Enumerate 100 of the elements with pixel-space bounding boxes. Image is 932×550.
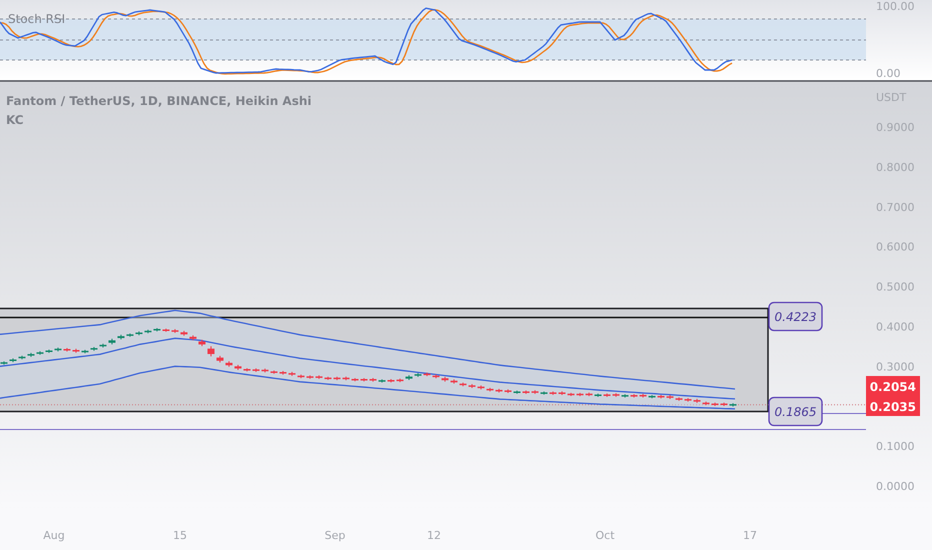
candle bbox=[288, 371, 296, 376]
candle bbox=[28, 352, 34, 358]
candle bbox=[180, 330, 188, 336]
candle bbox=[0, 360, 8, 366]
price-level-label[interactable]: 0.1865 bbox=[768, 396, 823, 426]
date-label: 12 bbox=[427, 529, 441, 542]
candle bbox=[666, 394, 674, 400]
candle bbox=[172, 328, 178, 334]
price-tag: 0.2054 0.2035 bbox=[866, 376, 920, 416]
candle bbox=[100, 343, 106, 348]
candle bbox=[478, 384, 484, 390]
candle bbox=[306, 374, 314, 380]
candle bbox=[486, 387, 494, 392]
candle bbox=[352, 378, 358, 382]
candle bbox=[378, 378, 386, 384]
candle bbox=[198, 339, 206, 347]
indicator-legend: KC bbox=[6, 113, 24, 127]
candle bbox=[630, 394, 638, 398]
candle bbox=[406, 374, 412, 381]
candle bbox=[504, 388, 512, 394]
date-label: 17 bbox=[743, 529, 757, 542]
candle bbox=[270, 370, 278, 374]
axis-label: 0.00 bbox=[876, 67, 900, 80]
axis-label: 0.3000 bbox=[876, 360, 914, 374]
candle bbox=[460, 382, 466, 387]
axis-label: 0.1000 bbox=[876, 440, 914, 453]
candle bbox=[342, 376, 350, 381]
candle bbox=[522, 390, 530, 394]
candle bbox=[324, 376, 332, 380]
candle bbox=[216, 355, 224, 364]
candle bbox=[370, 378, 376, 382]
indicator-title: Stoch RSI bbox=[8, 12, 66, 26]
candle bbox=[550, 391, 556, 396]
candle bbox=[396, 378, 404, 383]
axis-label: 0.0000 bbox=[876, 480, 914, 493]
candle bbox=[622, 394, 628, 398]
candle bbox=[108, 338, 116, 345]
candle bbox=[442, 376, 448, 382]
candle bbox=[432, 374, 440, 379]
candle bbox=[126, 332, 134, 338]
candle bbox=[496, 388, 502, 393]
candle bbox=[514, 390, 520, 394]
candle bbox=[414, 372, 422, 378]
candle bbox=[594, 393, 602, 398]
candle bbox=[684, 398, 692, 402]
candle bbox=[612, 392, 620, 398]
candle bbox=[568, 392, 574, 396]
symbol-legend: Fantom / TetherUS, 1D, BINANCE, Heikin Ashi bbox=[6, 94, 312, 108]
candle bbox=[54, 347, 62, 352]
candle bbox=[208, 346, 214, 357]
candle bbox=[694, 398, 700, 404]
candle bbox=[72, 348, 80, 354]
axis-label: 0.7000 bbox=[876, 200, 914, 214]
candle bbox=[18, 355, 26, 360]
candle bbox=[424, 372, 430, 377]
candle bbox=[334, 376, 340, 381]
candle bbox=[576, 392, 584, 397]
candle bbox=[604, 393, 610, 398]
candle bbox=[676, 396, 682, 402]
candle bbox=[36, 350, 44, 356]
candle bbox=[244, 368, 250, 372]
candle bbox=[252, 368, 260, 372]
candle bbox=[154, 328, 160, 332]
candle bbox=[234, 364, 242, 370]
candle bbox=[262, 368, 268, 373]
candle bbox=[46, 349, 52, 354]
candle bbox=[702, 401, 710, 406]
axis-label: 0.6000 bbox=[876, 240, 914, 254]
candle bbox=[730, 402, 736, 407]
candle bbox=[532, 390, 538, 394]
candle bbox=[720, 402, 728, 407]
candle bbox=[162, 328, 170, 332]
date-label: Oct bbox=[595, 529, 615, 542]
candle bbox=[640, 393, 646, 398]
date-label: 15 bbox=[173, 529, 187, 542]
candle bbox=[712, 402, 718, 407]
date-label: Aug bbox=[43, 529, 65, 542]
axis-label: 0.4000 bbox=[876, 320, 914, 334]
date-label: Sep bbox=[324, 529, 346, 542]
candle bbox=[10, 358, 16, 363]
candle bbox=[118, 334, 124, 340]
candle bbox=[648, 394, 656, 399]
candle bbox=[298, 374, 304, 379]
axis-label: 0.8000 bbox=[876, 160, 914, 174]
candle bbox=[388, 378, 394, 383]
candle bbox=[226, 360, 232, 368]
candle bbox=[586, 392, 592, 397]
candle bbox=[144, 329, 152, 334]
axis-label: 0.5000 bbox=[876, 280, 914, 294]
candle bbox=[90, 346, 98, 352]
candle bbox=[450, 378, 458, 384]
candle bbox=[540, 391, 548, 396]
price-level-label[interactable]: 0.4223 bbox=[768, 302, 823, 332]
axis-label: 100.00 bbox=[876, 0, 914, 13]
candle bbox=[658, 394, 664, 399]
candle bbox=[316, 374, 322, 380]
candle bbox=[82, 349, 88, 354]
candle bbox=[280, 370, 286, 376]
candle bbox=[190, 334, 196, 341]
candle bbox=[64, 348, 70, 352]
